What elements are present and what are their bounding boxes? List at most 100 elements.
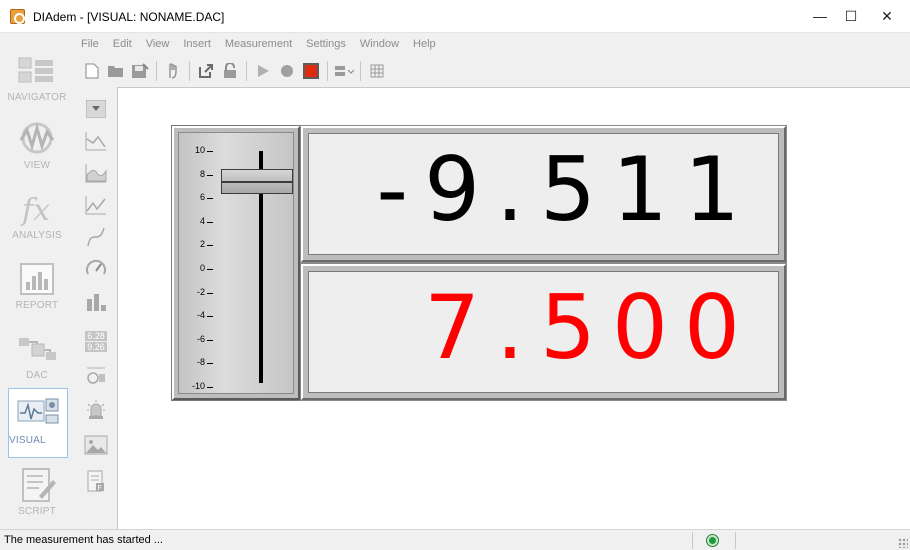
grid-icon[interactable] [365,60,389,82]
digital-icon-text-2: 9.26 [85,341,107,352]
display-value-1: -9.511 [376,138,756,241]
align-icon[interactable] [332,60,356,82]
svg-text:fx: fx [20,193,50,228]
status-separator [735,532,736,549]
toolbar-separator [327,61,328,81]
menu-settings[interactable]: Settings [299,35,353,53]
display-face-2: 7.500 [308,271,779,393]
open-folder-icon[interactable] [104,60,128,82]
menu-insert[interactable]: Insert [176,35,218,53]
view-icon [19,122,55,154]
slider-face: 10 8 6 4 2 0 -2 -4 -6 -8 -10 [178,132,294,394]
line-chart-icon[interactable] [82,128,110,154]
digital-icon-text-1: 6.28 [85,330,107,341]
play-icon[interactable] [251,60,275,82]
gauge-icon[interactable] [82,256,110,282]
menu-edit[interactable]: Edit [106,35,139,53]
nav-label-view: VIEW [23,160,51,171]
nav-label-visual: VISUAL [9,435,46,446]
curve-icon[interactable] [82,224,110,250]
nav-item-dac[interactable]: DAC [0,330,74,381]
nav-item-navigator[interactable]: NAVIGATOR [0,52,74,103]
slider-scale-label: 8 [199,168,205,179]
report-icon [20,263,54,295]
slider-scale-tick [207,363,213,365]
hand-icon[interactable] [161,60,185,82]
status-separator [692,532,693,549]
xy-chart-icon[interactable] [82,192,110,218]
display-value-2: 7.500 [424,276,756,379]
menu-help[interactable]: Help [406,35,443,53]
stop-record-icon[interactable] [299,60,323,82]
resize-grip-icon[interactable] [898,538,908,548]
image-icon[interactable] [82,432,110,458]
slider-scale-tick [207,292,213,294]
bar-chart-icon[interactable] [82,288,110,314]
nav-label-dac: DAC [26,370,48,381]
slider-scale-label: -4 [196,310,205,321]
menu-file[interactable]: File [74,35,106,53]
digital-display-icon[interactable]: 6.28 9.26 [82,328,110,354]
display-face-1: -9.511 [308,133,779,255]
tool-palette: 6.28 9.26 F [80,90,114,528]
slider-scale-tick [207,151,213,152]
nav-item-visual[interactable]: VISUAL [8,388,68,458]
navigator-panel: NAVIGATOR VIEW fx ANALYSIS REPORT DAC VI… [0,34,74,529]
slider-thumb[interactable] [221,168,293,194]
nav-item-analysis[interactable]: fx ANALYSIS [0,190,74,241]
slider-scale-tick [207,221,213,223]
menu-view[interactable]: View [139,35,177,53]
toolbar-separator [246,61,247,81]
toolbar [80,58,389,84]
lock-icon[interactable] [218,60,242,82]
status-message: The measurement has started ... [4,534,163,546]
nav-label-report: REPORT [15,300,59,311]
slider-scale-label: -6 [196,333,205,344]
slider-scale-tick [207,198,213,200]
slider-scale-label: 2 [199,239,205,250]
nav-item-report[interactable]: REPORT [0,260,74,311]
close-button[interactable]: ✕ [864,0,910,33]
slider-scale-tick [207,174,213,176]
navigator-icon [18,57,53,83]
nav-label-analysis: ANALYSIS [12,230,62,241]
title-bar: DIAdem - [VISUAL: NONAME.DAC] — ☐ ✕ [0,0,910,33]
slider-scale-tick [207,269,213,270]
alarm-icon[interactable] [82,396,110,422]
toolbar-separator [156,61,157,81]
measurement-indicator-icon [707,535,718,546]
menu-window[interactable]: Window [353,35,406,53]
status-bar: The measurement has started ... [0,529,910,550]
area-chart-icon[interactable] [82,160,110,186]
slider-instrument[interactable]: 10 8 6 4 2 0 -2 -4 -6 -8 -10 [172,126,300,400]
slider-scale-label: -10 [191,381,205,391]
slider-scale-label: -2 [196,286,205,297]
collapse-icon[interactable] [82,96,110,122]
toolbar-separator [360,61,361,81]
nav-item-script[interactable]: SCRIPT [0,466,74,517]
nav-label-navigator: NAVIGATOR [7,92,67,103]
digital-display-2[interactable]: 7.500 [301,264,786,400]
save-icon[interactable] [128,60,152,82]
slider-scale-label: 4 [199,215,205,226]
menu-bar: File Edit View Insert Measurement Settin… [74,35,443,53]
slider-scale-tick [207,339,213,341]
slider-scale-tick [207,245,213,247]
record-dot-icon[interactable] [275,60,299,82]
script-file-icon[interactable]: F [82,468,110,494]
digital-display-1[interactable]: -9.511 [301,126,786,262]
dac-icon [19,338,56,360]
new-file-icon[interactable] [80,60,104,82]
slider-scale-label: 0 [199,263,205,273]
slider-scale-label: 10 [194,145,205,155]
slider-scale-label: -8 [196,357,205,368]
diadem-window: DIAdem - [VISUAL: NONAME.DAC] — ☐ ✕ NAVI… [0,0,910,550]
menu-measurement[interactable]: Measurement [218,35,299,53]
slider-control-icon[interactable] [82,362,110,388]
toolbar-separator [189,61,190,81]
export-icon[interactable] [194,60,218,82]
nav-item-view[interactable]: VIEW [0,120,74,171]
diadem-app-icon [10,9,25,24]
slider-scale-tick [207,316,213,318]
slider-scale-tick [207,387,213,388]
